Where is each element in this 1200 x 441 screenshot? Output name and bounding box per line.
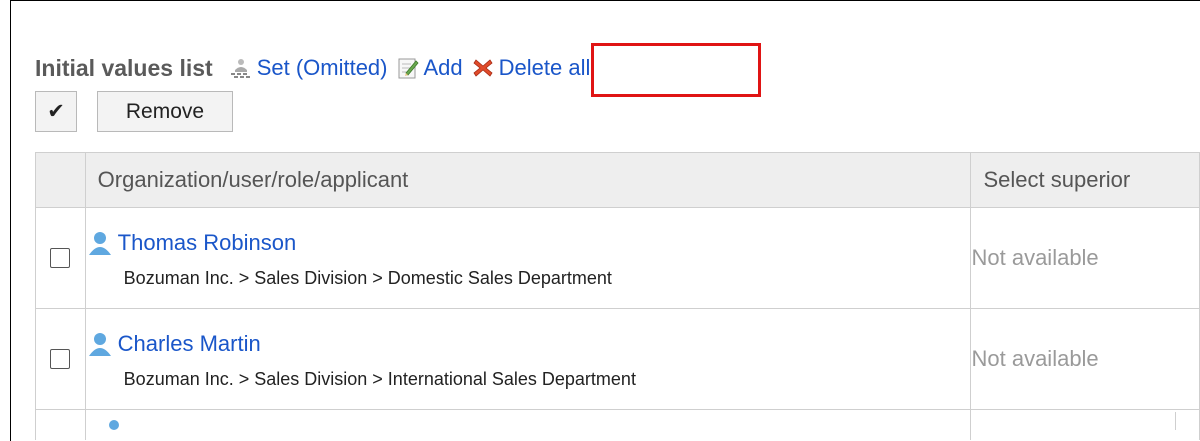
list-toolbar: ✔ Remove [35, 91, 233, 134]
superior-value: Not available [970, 207, 1200, 309]
remove-button[interactable]: Remove [97, 91, 233, 132]
organization-path: Bozuman Inc. > Sales Division > Internat… [123, 368, 636, 389]
user-icon [88, 332, 111, 356]
user-icon [88, 231, 111, 255]
user-icon [108, 419, 119, 430]
table-header-row: Organization/user/role/applicant Select … [35, 152, 1200, 208]
row-check-cell [35, 409, 86, 440]
red-x-icon [473, 59, 493, 77]
table-row: Charles Martin Bozuman Inc. > Sales Divi… [35, 308, 1200, 410]
row-name-cell: Charles Martin Bozuman Inc. > Sales Divi… [84, 308, 972, 410]
set-omitted-link[interactable]: Set (Omitted) [229, 55, 388, 81]
superior-value: Not available [970, 308, 1200, 410]
add-link[interactable]: Add [396, 55, 463, 81]
user-name-link[interactable]: Charles Martin [118, 331, 261, 357]
table-edge [1175, 412, 1200, 430]
select-all-button[interactable]: ✔ [35, 91, 77, 132]
column-header-check [35, 152, 86, 208]
column-header-organization: Organization/user/role/applicant [84, 152, 972, 208]
superior-cell [970, 409, 1200, 440]
delete-all-link[interactable]: Delete all [471, 55, 591, 81]
row-checkbox[interactable] [50, 349, 71, 369]
set-omitted-label: Set (Omitted) [256, 55, 388, 80]
row-checkbox[interactable] [50, 248, 71, 268]
edit-note-icon [398, 58, 419, 79]
row-name-cell: Thomas Robinson Bozuman Inc. > Sales Div… [84, 207, 972, 309]
row-check-cell [35, 308, 86, 410]
initial-values-table: Organization/user/role/applicant Select … [35, 152, 1200, 440]
add-label: Add [423, 55, 463, 80]
users-group-icon [230, 59, 250, 78]
page-title: Initial values list [35, 54, 213, 81]
delete-all-label: Delete all [498, 55, 591, 80]
table-row-partial [35, 409, 1200, 440]
column-header-superior: Select superior [970, 152, 1200, 208]
table-row: Thomas Robinson Bozuman Inc. > Sales Div… [35, 207, 1200, 309]
user-name-link[interactable]: Thomas Robinson [118, 230, 297, 256]
row-name-cell [84, 409, 972, 440]
organization-path: Bozuman Inc. > Sales Division > Domestic… [123, 267, 612, 288]
row-check-cell [35, 207, 86, 309]
list-header: Initial values list Set (Omitted) Add De… [35, 48, 590, 88]
